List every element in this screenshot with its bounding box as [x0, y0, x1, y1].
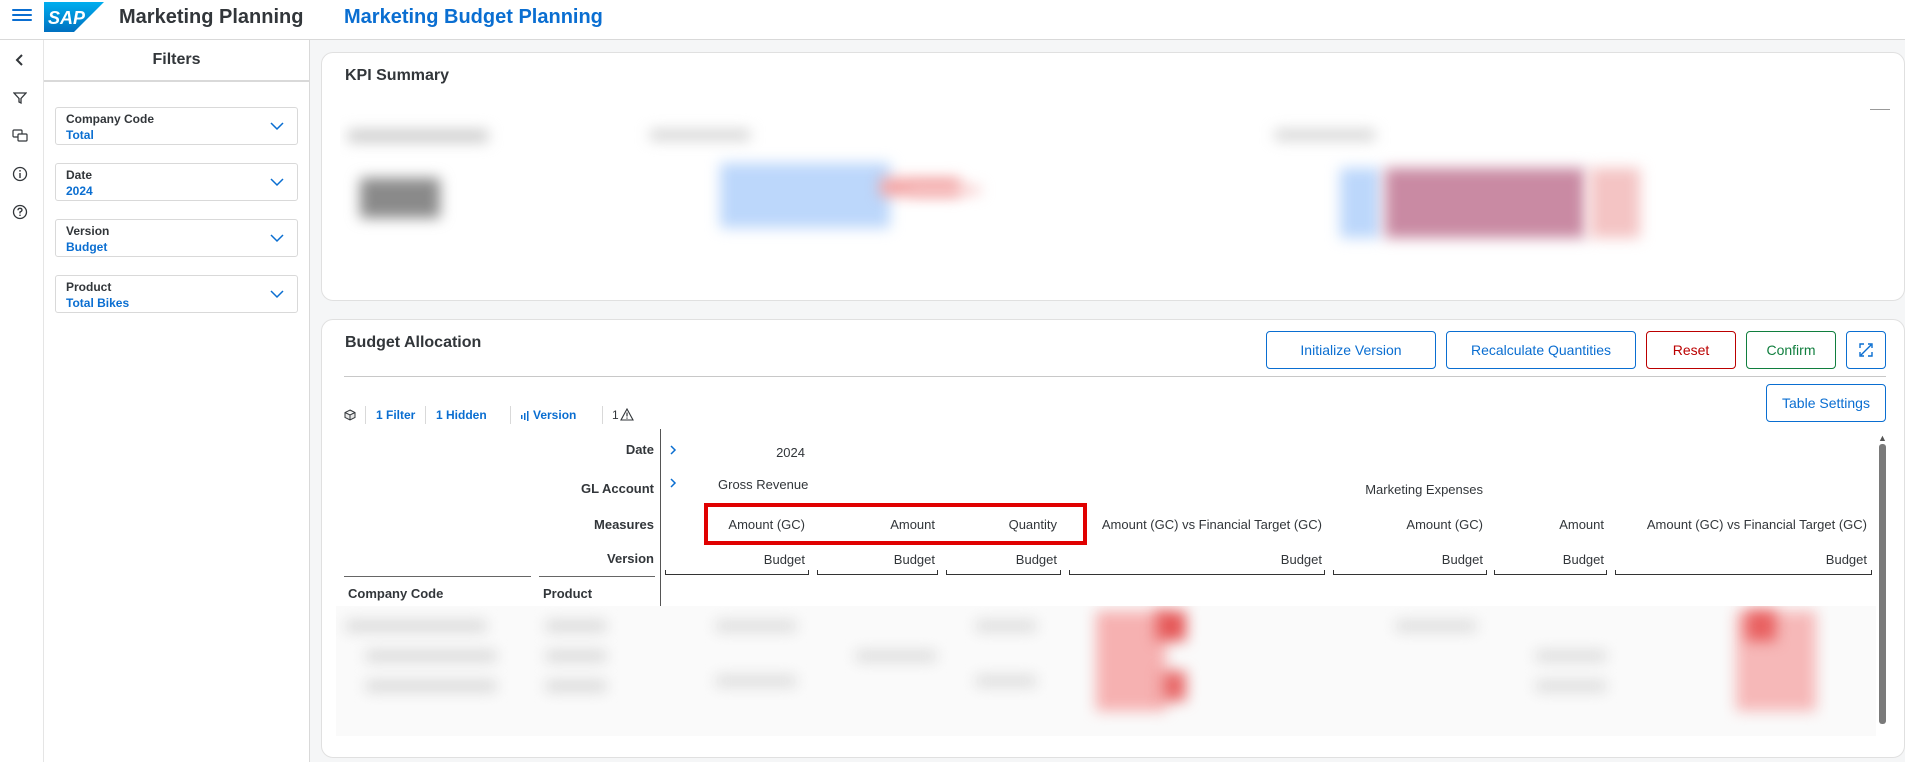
filter-label: Company Code — [66, 112, 155, 126]
filter-icon[interactable] — [10, 88, 30, 108]
divider — [660, 429, 661, 606]
cube-icon[interactable] — [344, 409, 356, 421]
back-chevron-icon[interactable] — [10, 50, 30, 70]
measure-header[interactable]: Amount (GC) vs Financial Target (GC) — [1615, 517, 1867, 532]
icon-rail — [0, 40, 44, 762]
chevron-right-icon[interactable] — [668, 444, 678, 456]
highlight-box — [704, 503, 1087, 545]
filter-date[interactable]: Date 2024 — [55, 163, 298, 201]
column-gl-gross-revenue: Gross Revenue — [718, 477, 809, 492]
filter-label: Product — [66, 280, 112, 294]
scrollbar[interactable] — [1879, 444, 1886, 724]
divider — [425, 406, 426, 424]
measure-header[interactable]: Amount — [1495, 517, 1604, 532]
column-resize-handle[interactable] — [1333, 570, 1487, 575]
confirm-button[interactable]: Confirm — [1746, 331, 1836, 369]
filters-panel: Filters Company Code Total Date 2024 Ver… — [44, 40, 310, 762]
row-header-date: Date — [625, 442, 654, 457]
version-header: Budget — [893, 552, 935, 567]
divider — [344, 576, 531, 577]
kpi-summary-title: KPI Summary — [345, 67, 450, 84]
filter-value: Total Bikes — [66, 296, 130, 310]
row-header-gl-account: GL Account — [581, 481, 654, 496]
hidden-count-link[interactable]: 1 Hidden — [436, 408, 487, 422]
recalculate-quantities-button[interactable]: Recalculate Quantities — [1446, 331, 1636, 369]
version-header: Budget — [1280, 552, 1322, 567]
comments-icon[interactable] — [10, 126, 30, 146]
version-link[interactable]: Version — [533, 408, 576, 422]
version-header: Budget — [763, 552, 805, 567]
chevron-down-icon[interactable] — [269, 174, 285, 190]
filter-label: Version — [66, 224, 110, 238]
column-date-2024: 2024 — [776, 445, 805, 460]
info-icon[interactable] — [10, 164, 30, 184]
version-bars-icon — [521, 411, 529, 421]
app-title: Marketing Planning — [119, 6, 304, 28]
filter-value: Budget — [66, 240, 108, 254]
version-header: Budget — [1562, 552, 1604, 567]
column-header-product: Product — [543, 586, 593, 601]
filter-value: Total — [66, 128, 94, 142]
chevron-right-icon[interactable] — [668, 477, 678, 489]
sap-logo: SAP — [44, 2, 104, 32]
column-resize-handle[interactable] — [665, 570, 809, 575]
filters-title: Filters — [44, 40, 309, 82]
chevron-down-icon[interactable] — [269, 118, 285, 134]
column-resize-handle[interactable] — [1494, 570, 1607, 575]
hamburger-menu-icon[interactable] — [12, 6, 32, 26]
reset-button[interactable]: Reset — [1646, 331, 1736, 369]
column-resize-handle[interactable] — [817, 570, 938, 575]
divider — [602, 406, 603, 424]
filter-count-link[interactable]: 1 Filter — [376, 408, 415, 422]
column-header-company-code: Company Code — [348, 586, 444, 601]
column-resize-handle[interactable] — [1615, 570, 1872, 575]
version-header: Budget — [1441, 552, 1483, 567]
sap-logo-text: SAP — [48, 8, 86, 28]
help-icon[interactable] — [10, 202, 30, 222]
row-header-measures: Measures — [594, 517, 654, 532]
version-header: Budget — [1825, 552, 1867, 567]
scroll-up-icon[interactable]: ▲ — [1878, 433, 1887, 443]
table-body-blurred — [336, 606, 1876, 736]
column-resize-handle[interactable] — [946, 570, 1061, 575]
budget-allocation-title: Budget Allocation — [345, 334, 482, 351]
divider — [344, 376, 1886, 377]
filter-version[interactable]: Version Budget — [55, 219, 298, 257]
fullscreen-icon — [1859, 343, 1873, 357]
shell-header: SAP Marketing Planning Marketing Budget … — [0, 0, 1905, 40]
filter-value: 2024 — [66, 184, 93, 198]
divider — [365, 406, 366, 424]
table-settings-button[interactable]: Table Settings — [1766, 384, 1886, 422]
filter-company-code[interactable]: Company Code Total — [55, 107, 298, 145]
warning-icon[interactable] — [620, 408, 634, 421]
measure-header[interactable]: Amount (GC) — [1335, 517, 1483, 532]
filter-label: Date — [66, 168, 93, 182]
initialize-version-button[interactable]: Initialize Version — [1266, 331, 1436, 369]
column-gl-marketing-expenses: Marketing Expenses — [1365, 482, 1483, 497]
kpi-blurred-content — [340, 108, 1900, 288]
divider — [510, 406, 511, 424]
row-header-version: Version — [607, 551, 654, 566]
warning-count: 1 — [612, 408, 619, 422]
measure-header[interactable]: Amount (GC) vs Financial Target (GC) — [1070, 517, 1322, 532]
divider — [539, 576, 655, 577]
chevron-down-icon[interactable] — [269, 230, 285, 246]
page-title: Marketing Budget Planning — [344, 6, 603, 28]
version-header: Budget — [1015, 552, 1057, 567]
fullscreen-button[interactable] — [1846, 331, 1886, 369]
kpi-summary-card: KPI Summary — [321, 52, 1905, 301]
column-resize-handle[interactable] — [1069, 570, 1325, 575]
filter-product[interactable]: Product Total Bikes — [55, 275, 298, 313]
chevron-down-icon[interactable] — [269, 286, 285, 302]
